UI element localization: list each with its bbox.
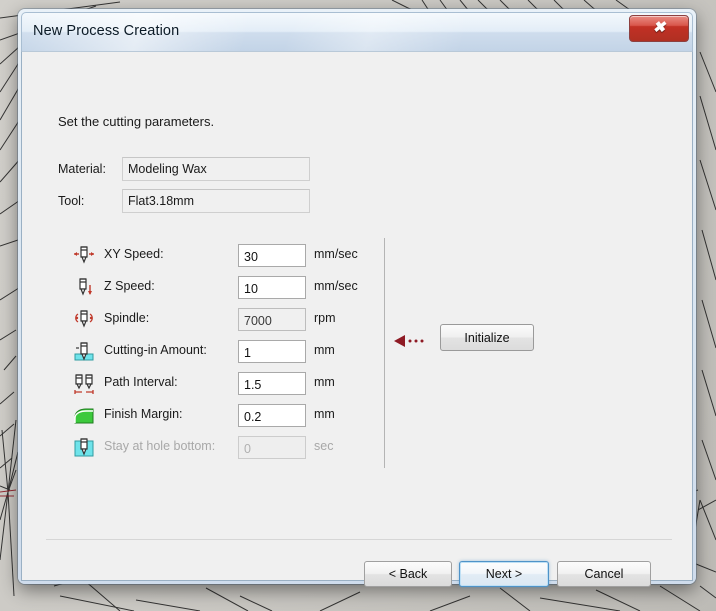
tool-cutting-in-icon	[72, 341, 96, 363]
param-row-stay-at-hole-bottom: Stay at hole bottom: sec	[22, 436, 692, 467]
finish-margin-icon	[72, 405, 96, 427]
tool-row: Tool: Flat3.18mm	[22, 189, 692, 215]
close-button[interactable]: ✖	[629, 15, 689, 42]
close-icon: ✖	[652, 20, 666, 36]
footer-divider	[46, 539, 672, 540]
stay-at-hole-bottom-input	[238, 436, 306, 459]
unit-z-speed: mm/sec	[314, 279, 358, 293]
left-arrow-dotted-icon	[394, 334, 432, 348]
cancel-button[interactable]: Cancel	[557, 561, 651, 587]
initialize-button[interactable]: Initialize	[440, 324, 534, 351]
instruction-text: Set the cutting parameters.	[58, 114, 215, 129]
param-label-cutting-in-amount: Cutting-in Amount:	[104, 343, 207, 357]
tool-z-speed-icon	[72, 277, 96, 299]
dialog-client-area: Set the cutting parameters. Material: Mo…	[21, 51, 693, 587]
param-row-spindle: Spindle: rpm	[22, 308, 692, 339]
unit-finish-margin: mm	[314, 407, 335, 421]
param-row-xy-speed: XY Speed: mm/sec	[22, 244, 692, 275]
unit-spindle: rpm	[314, 311, 336, 325]
param-row-finish-margin: Finish Margin: mm	[22, 404, 692, 435]
param-label-finish-margin: Finish Margin:	[104, 407, 183, 421]
spindle-input[interactable]	[238, 308, 306, 331]
tool-spindle-icon	[72, 309, 96, 331]
dialog-titlebar[interactable]: New Process Creation ✖	[21, 12, 693, 51]
param-label-xy-speed: XY Speed:	[104, 247, 164, 261]
z-speed-input[interactable]	[238, 276, 306, 299]
param-label-stay-at-hole-bottom: Stay at hole bottom:	[104, 439, 216, 453]
material-label: Material:	[58, 162, 106, 176]
unit-stay-at-hole-bottom: sec	[314, 439, 334, 453]
new-process-creation-dialog: New Process Creation ✖ Set the cutting p…	[18, 9, 696, 587]
dialog-title: New Process Creation	[33, 23, 180, 39]
param-label-path-interval: Path Interval:	[104, 375, 178, 389]
cutting-in-amount-input[interactable]	[238, 340, 306, 363]
param-row-z-speed: Z Speed: mm/sec	[22, 276, 692, 307]
tool-hole-bottom-icon	[72, 437, 96, 459]
xy-speed-input[interactable]	[238, 244, 306, 267]
tool-value: Flat3.18mm	[122, 189, 310, 213]
param-label-spindle: Spindle:	[104, 311, 150, 325]
finish-margin-input[interactable]	[238, 404, 306, 427]
unit-xy-speed: mm/sec	[314, 247, 358, 261]
tool-xy-speed-icon	[72, 245, 96, 267]
back-button[interactable]: < Back	[364, 561, 452, 587]
unit-cutting-in-amount: mm	[314, 343, 335, 357]
vertical-separator	[384, 238, 385, 468]
param-label-z-speed: Z Speed:	[104, 279, 155, 293]
next-button[interactable]: Next >	[459, 561, 549, 587]
param-row-cutting-in-amount: Cutting-in Amount: mm	[22, 340, 692, 371]
path-interval-input[interactable]	[238, 372, 306, 395]
material-row: Material: Modeling Wax	[22, 157, 692, 183]
unit-path-interval: mm	[314, 375, 335, 389]
screen: New Process Creation ✖ Set the cutting p…	[0, 0, 716, 611]
material-value: Modeling Wax	[122, 157, 310, 181]
tool-path-interval-icon	[72, 373, 96, 395]
param-row-path-interval: Path Interval: mm	[22, 372, 692, 403]
tool-label: Tool:	[58, 194, 85, 208]
